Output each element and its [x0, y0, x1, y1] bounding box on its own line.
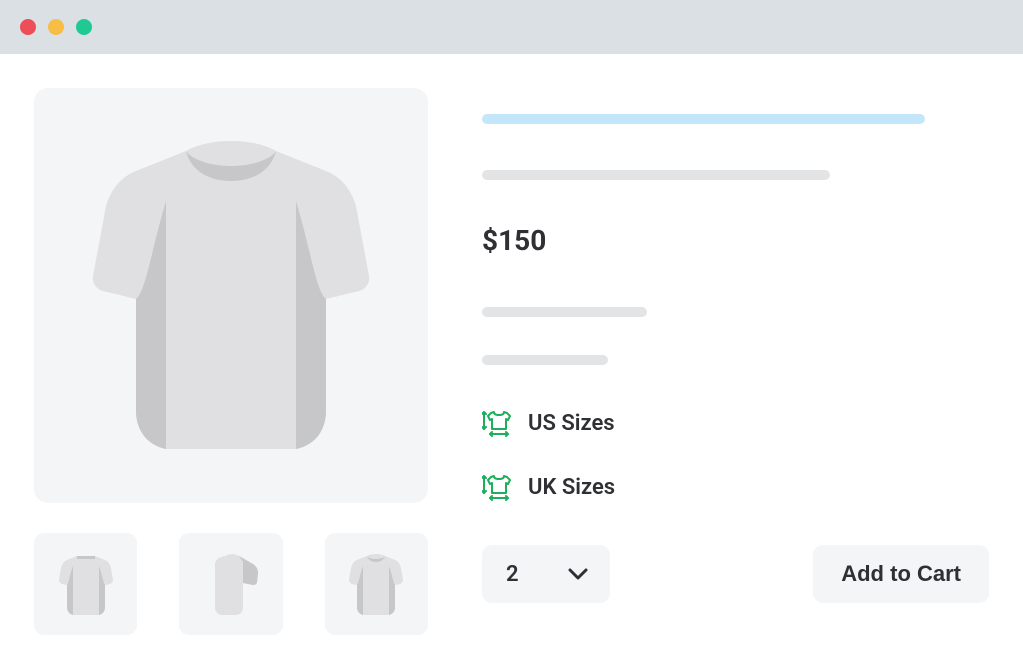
- size-option-uk[interactable]: UK Sizes: [482, 473, 989, 501]
- tshirt-front-icon: [91, 131, 371, 461]
- tshirt-side-icon: [203, 552, 259, 616]
- tshirt-back-icon: [58, 552, 114, 616]
- tshirt-front-small-icon: [348, 552, 404, 616]
- window-titlebar: [0, 0, 1023, 54]
- size-shirt-icon: [482, 409, 512, 437]
- desc-placeholder-2: [482, 355, 608, 365]
- add-to-cart-button[interactable]: Add to Cart: [813, 545, 989, 603]
- product-price: $150: [482, 224, 989, 257]
- size-option-uk-label: UK Sizes: [528, 475, 615, 500]
- size-option-us[interactable]: US Sizes: [482, 409, 989, 437]
- chevron-down-icon: [568, 568, 588, 580]
- window-fullscreen-dot[interactable]: [76, 19, 92, 35]
- size-option-us-label: US Sizes: [528, 411, 615, 436]
- details-column: $150 US Sizes: [482, 88, 989, 635]
- size-shirt-icon: [482, 473, 512, 501]
- thumbnail-3[interactable]: [325, 533, 428, 635]
- subtitle-placeholder: [482, 170, 830, 180]
- title-placeholder: [482, 114, 925, 124]
- purchase-row: 2 Add to Cart: [482, 545, 989, 603]
- window-minimize-dot[interactable]: [48, 19, 64, 35]
- desc-placeholder-1: [482, 307, 647, 317]
- product-thumbnails: [34, 533, 428, 635]
- product-page: $150 US Sizes: [0, 54, 1023, 635]
- window-close-dot[interactable]: [20, 19, 36, 35]
- product-main-image[interactable]: [34, 88, 428, 503]
- thumbnail-1[interactable]: [34, 533, 137, 635]
- thumbnail-2[interactable]: [179, 533, 282, 635]
- quantity-select[interactable]: 2: [482, 545, 610, 603]
- gallery-column: [34, 88, 428, 635]
- quantity-value: 2: [506, 562, 519, 587]
